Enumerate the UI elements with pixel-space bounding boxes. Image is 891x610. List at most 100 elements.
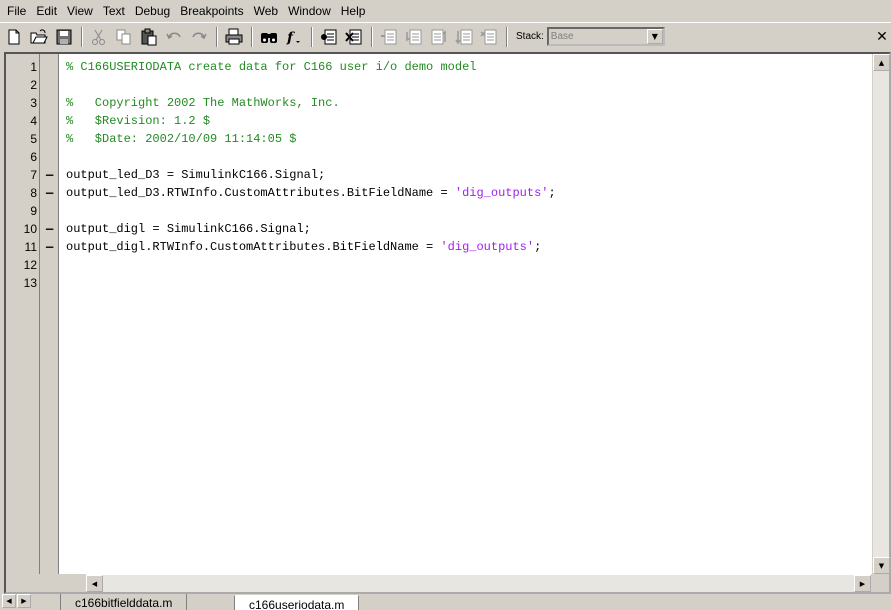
tab-c166bitfielddata[interactable]: c166bitfielddata.m — [60, 594, 188, 610]
toolbar-separator — [216, 26, 218, 47]
exit-debug-icon[interactable] — [477, 25, 501, 49]
line-number: 12 — [23, 258, 37, 272]
code-editor[interactable]: 1 2 3 4 5 6 7 8 9 10 11 12 13 − − − − % C166USERIODATA … — [4, 52, 891, 594]
toolbar: f Stack: Base ▼ ✕ — [0, 22, 891, 50]
comment-text: % C166USERIODATA create data for C166 us… — [66, 60, 477, 74]
stack-dropdown[interactable]: Base ▼ — [546, 27, 665, 46]
line-number: 3 — [30, 96, 37, 110]
step-out-icon[interactable] — [427, 25, 451, 49]
menu-file[interactable]: File — [2, 0, 31, 22]
code-line: % Copyright 2002 The MathWorks, Inc. — [66, 94, 871, 112]
print-icon[interactable] — [222, 25, 246, 49]
line-number: 7 — [30, 168, 37, 182]
breakpoint-marker[interactable] — [41, 274, 58, 292]
tab-scroll-left-icon[interactable]: ◀ — [2, 594, 16, 608]
cut-icon[interactable] — [87, 25, 111, 49]
breakpoint-marker[interactable] — [41, 130, 58, 148]
continue-icon[interactable] — [452, 25, 476, 49]
breakpoint-marker[interactable] — [41, 256, 58, 274]
tab-c166useriodata[interactable]: c166useriodata.m — [234, 595, 360, 610]
toolbar-separator — [311, 26, 313, 47]
breakpoint-marker[interactable]: − — [41, 220, 58, 238]
code-text: output_digl.RTWInfo.CustomAttributes.Bit… — [66, 240, 441, 254]
code-text: output_led_D3.RTWInfo.CustomAttributes.B… — [66, 186, 455, 200]
breakpoint-marker[interactable] — [41, 112, 58, 130]
breakpoint-marker[interactable] — [41, 202, 58, 220]
redo-icon[interactable] — [187, 25, 211, 49]
comment-text: % $Revision: 1.2 $ — [66, 114, 211, 128]
line-number: 13 — [23, 276, 37, 290]
tab-scroll-right-icon[interactable]: ▶ — [17, 594, 31, 608]
toolbar-separator — [371, 26, 373, 47]
function-icon[interactable]: f — [282, 25, 306, 49]
comment-text: % Copyright 2002 The MathWorks, Inc. — [66, 96, 340, 110]
horizontal-scrollbar[interactable]: ◀ ▶ — [86, 575, 871, 592]
toolbar-separator — [81, 26, 83, 47]
copy-icon[interactable] — [112, 25, 136, 49]
close-icon[interactable]: ✕ — [875, 27, 889, 47]
scrollbar-corner — [871, 574, 889, 592]
scroll-up-icon[interactable]: ▲ — [873, 54, 890, 71]
code-area[interactable]: % C166USERIODATA create data for C166 us… — [66, 54, 871, 574]
line-number: 8 — [30, 186, 37, 200]
code-text: ; — [534, 240, 542, 254]
menu-breakpoints[interactable]: Breakpoints — [175, 0, 248, 22]
step-icon[interactable] — [377, 25, 401, 49]
line-number: 5 — [30, 132, 37, 146]
chevron-down-icon[interactable]: ▼ — [646, 29, 663, 44]
line-number: 10 — [23, 222, 37, 236]
breakpoint-marker[interactable] — [41, 58, 58, 76]
line-number: 1 — [30, 60, 37, 74]
menu-view[interactable]: View — [62, 0, 98, 22]
code-line: % $Date: 2002/10/09 11:14:05 $ — [66, 130, 871, 148]
string-literal: 'dig_outputs' — [440, 240, 535, 254]
horizontal-scroll-gutter — [6, 574, 86, 592]
code-line: output_led_D3 = SimulinkC166.Signal; — [66, 168, 326, 182]
breakpoint-markers: − − − − — [41, 54, 58, 292]
open-icon[interactable] — [27, 25, 51, 49]
scroll-right-icon[interactable]: ▶ — [854, 575, 871, 592]
svg-text:f: f — [286, 30, 296, 46]
code-line: output_digl.RTWInfo.CustomAttributes.Bit… — [66, 238, 871, 256]
find-icon[interactable] — [257, 25, 281, 49]
menu-text[interactable]: Text — [98, 0, 130, 22]
code-line: % C166USERIODATA create data for C166 us… — [66, 58, 871, 76]
code-line: output_digl = SimulinkC166.Signal; — [66, 222, 311, 236]
code-line: % $Revision: 1.2 $ — [66, 112, 871, 130]
menu-window[interactable]: Window — [283, 0, 336, 22]
save-icon[interactable] — [52, 25, 76, 49]
breakpoint-marker[interactable] — [41, 94, 58, 112]
line-number: 2 — [30, 78, 37, 92]
line-number: 6 — [30, 150, 37, 164]
undo-icon[interactable] — [162, 25, 186, 49]
line-numbers: 1 2 3 4 5 6 7 8 9 10 11 12 13 — [6, 54, 40, 574]
toolbar-separator — [506, 26, 508, 47]
step-in-icon[interactable] — [402, 25, 426, 49]
breakpoint-marker[interactable]: − — [41, 238, 58, 256]
code-text: ; — [548, 186, 556, 200]
stack-value: Base — [550, 31, 574, 42]
menu-web[interactable]: Web — [249, 0, 283, 22]
set-breakpoint-icon[interactable] — [317, 25, 341, 49]
scroll-down-icon[interactable]: ▼ — [873, 557, 890, 574]
clear-breakpoint-icon[interactable] — [342, 25, 366, 49]
vertical-scrollbar[interactable]: ▲ ▼ — [872, 54, 890, 574]
paste-icon[interactable] — [137, 25, 161, 49]
menu-edit[interactable]: Edit — [31, 0, 62, 22]
file-tab-bar: ◀ ▶ c166bitfielddata.m c166useriodata.m — [0, 594, 891, 610]
breakpoint-marker[interactable] — [41, 76, 58, 94]
breakpoint-marker[interactable] — [41, 148, 58, 166]
scroll-left-icon[interactable]: ◀ — [86, 575, 103, 592]
breakpoint-marker[interactable]: − — [41, 184, 58, 202]
editor-gutter: 1 2 3 4 5 6 7 8 9 10 11 12 13 − − − − — [6, 54, 59, 574]
breakpoint-marker[interactable]: − — [41, 166, 58, 184]
menu-debug[interactable]: Debug — [130, 0, 175, 22]
new-file-icon[interactable] — [2, 25, 26, 49]
menu-bar: File Edit View Text Debug Breakpoints We… — [0, 0, 891, 22]
menu-help[interactable]: Help — [336, 0, 371, 22]
line-number: 11 — [24, 240, 37, 254]
